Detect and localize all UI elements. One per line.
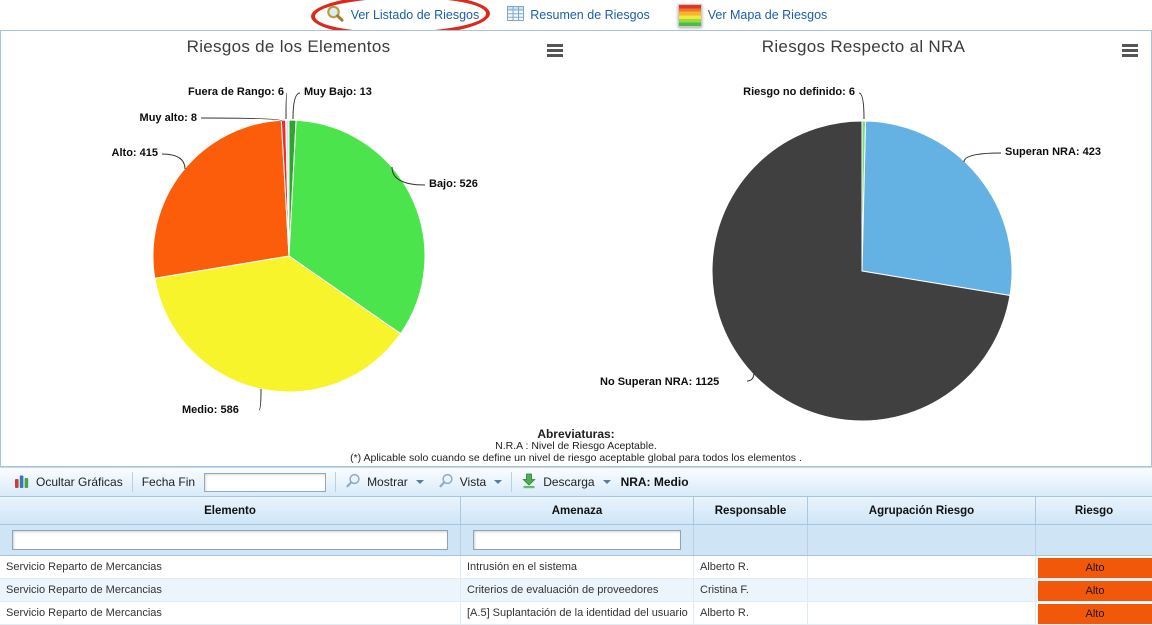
table-row[interactable]: Servicio Reparto de Mercancias[A.5] Supl… <box>0 602 1152 625</box>
risk-map-icon <box>678 4 702 27</box>
pie-label-connector <box>964 153 1001 162</box>
charts-panel: Riesgos de los Elementos Muy Bajo: 13Baj… <box>0 30 1152 467</box>
fecha-fin-label: Fecha Fin <box>142 475 195 489</box>
filter-cell-riesgo <box>1036 525 1152 555</box>
filter-cell-responsable <box>694 525 808 555</box>
cell-riesgo: Alto <box>1036 579 1152 601</box>
descarga-label: Descarga <box>543 475 594 489</box>
pie-label: Superan NRA: 423 <box>1005 146 1101 158</box>
hide-charts-button[interactable]: Ocultar Gráficas <box>14 473 123 492</box>
cell-riesgo: Alto <box>1036 556 1152 578</box>
filter-cell-elemento <box>0 525 461 555</box>
link-resumen-de-riesgos[interactable]: Resumen de Riesgos <box>507 6 650 24</box>
pie-chart-riesgos-nra: Riesgos Respecto al NRA Riesgo no defini… <box>576 31 1151 466</box>
cell-agrupacion <box>808 579 1036 601</box>
pie-label-connector <box>293 93 300 119</box>
cell-elemento: Servicio Reparto de Mercancias <box>0 602 461 624</box>
descarga-button[interactable]: Descarga <box>521 473 610 492</box>
pie-plot <box>576 31 1151 466</box>
cell-agrupacion <box>808 602 1036 624</box>
table-icon <box>507 6 524 24</box>
cell-amenaza: Criterios de evaluación de proveedores <box>461 579 694 601</box>
table-row[interactable]: Servicio Reparto de MercanciasIntrusión … <box>0 556 1152 579</box>
pie-label-connector <box>201 118 282 121</box>
pie-label-connector <box>162 154 185 169</box>
link-ver-mapa-de-riesgos[interactable]: Ver Mapa de Riesgos <box>678 4 828 27</box>
vista-button[interactable]: Vista <box>438 473 502 492</box>
amenaza-filter-input[interactable] <box>473 530 681 550</box>
top-link-label: Ver Listado de Riesgos <box>351 8 480 22</box>
cell-elemento: Servicio Reparto de Mercancias <box>0 556 461 578</box>
link-ver-listado-de-riesgos[interactable]: Ver Listado de Riesgos <box>325 4 480 27</box>
cell-responsable: Alberto R. <box>694 556 808 578</box>
mostrar-label: Mostrar <box>367 475 408 489</box>
pie-label: Riesgo no definido: 6 <box>743 86 855 98</box>
bar-chart-icon <box>14 473 30 492</box>
pie-label-connector <box>259 389 261 410</box>
column-header-elemento[interactable]: Elemento <box>0 497 461 524</box>
top-links-bar: Ver Listado de Riesgos Resumen de Riesgo… <box>0 0 1152 30</box>
cell-elemento: Servicio Reparto de Mercancias <box>0 579 461 601</box>
abbreviations: Abreviaturas: N.R.A : Nivel de Riesgo Ac… <box>1 427 1151 464</box>
vista-label: Vista <box>460 475 486 489</box>
abbreviations-line: N.R.A : Nivel de Riesgo Aceptable. <box>1 441 1151 453</box>
pie-label-connector <box>859 93 864 119</box>
pie-label: Medio: 586 <box>182 404 239 416</box>
pie-label: Alto: 415 <box>112 147 158 159</box>
pie-label: No Superan NRA: 1125 <box>600 376 719 388</box>
risk-level-badge: Alto <box>1038 558 1152 578</box>
pie-slice[interactable] <box>153 120 289 278</box>
magnifier-icon <box>325 4 345 27</box>
cell-riesgo: Alto <box>1036 602 1152 624</box>
pie-label: Bajo: 526 <box>429 178 478 190</box>
risk-level-badge: Alto <box>1038 604 1152 624</box>
search-icon <box>438 473 454 492</box>
pie-slice[interactable] <box>862 121 1012 296</box>
cell-amenaza: Intrusión en el sistema <box>461 556 694 578</box>
table-row[interactable]: Servicio Reparto de MercanciasCriterios … <box>0 579 1152 602</box>
chevron-down-icon <box>603 480 611 484</box>
filter-cell-amenaza <box>461 525 694 555</box>
column-header-riesgo[interactable]: Riesgo <box>1036 497 1152 524</box>
table-header-row: Elemento Amenaza Responsable Agrupación … <box>0 497 1152 525</box>
pie-label: Muy Bajo: 13 <box>304 86 372 98</box>
cell-responsable: Alberto R. <box>694 602 808 624</box>
mostrar-button[interactable]: Mostrar <box>345 473 424 492</box>
pie-label-connector <box>286 93 287 119</box>
cell-amenaza: [A.5] Suplantación de la identidad del u… <box>461 602 694 624</box>
filter-cell-agrupacion <box>808 525 1036 555</box>
cell-agrupacion <box>808 556 1036 578</box>
column-header-responsable[interactable]: Responsable <box>694 497 808 524</box>
pie-label: Fuera de Rango: 6 <box>188 86 284 98</box>
abbreviations-line: (*) Aplicable solo cuando se define un n… <box>1 453 1151 465</box>
download-icon <box>521 473 537 492</box>
top-link-label: Resumen de Riesgos <box>530 8 650 22</box>
toolbar-separator <box>132 472 133 492</box>
table-toolbar: Ocultar Gráficas Fecha Fin Mostrar Vista <box>0 467 1152 497</box>
pie-plot <box>1 31 576 466</box>
cell-responsable: Cristina F. <box>694 579 808 601</box>
chevron-down-icon <box>494 480 502 484</box>
elemento-filter-input[interactable] <box>12 530 448 550</box>
chevron-down-icon <box>416 480 424 484</box>
hide-charts-label: Ocultar Gráficas <box>36 475 123 489</box>
toolbar-separator <box>335 472 336 492</box>
pie-chart-riesgos-elementos: Riesgos de los Elementos Muy Bajo: 13Baj… <box>1 31 576 466</box>
risk-level-badge: Alto <box>1038 581 1152 601</box>
column-header-amenaza[interactable]: Amenaza <box>461 497 694 524</box>
abbreviations-heading: Abreviaturas: <box>1 427 1151 441</box>
table-filter-row <box>0 525 1152 556</box>
top-link-label: Ver Mapa de Riesgos <box>708 8 828 22</box>
toolbar-separator <box>511 472 512 492</box>
pie-label: Muy alto: 8 <box>140 112 197 124</box>
search-icon <box>345 473 361 492</box>
column-header-agrupacion-riesgo[interactable]: Agrupación Riesgo <box>808 497 1036 524</box>
nra-value: NRA: Medio <box>621 475 689 489</box>
fecha-fin-input[interactable] <box>204 473 326 492</box>
